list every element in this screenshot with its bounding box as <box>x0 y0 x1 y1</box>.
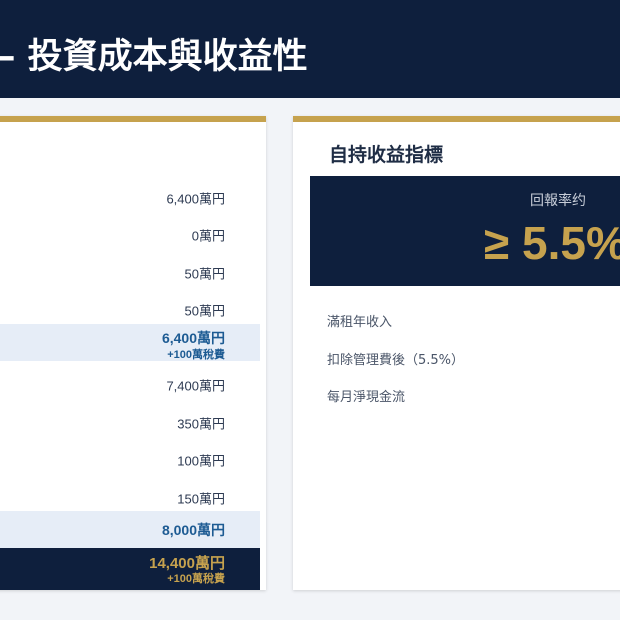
subtotal-row: 6,400萬円 +100萬稅費 <box>0 324 260 361</box>
page-title: – 投資成本與收益性 <box>0 37 308 77</box>
tax-note: +100萬稅費 <box>167 573 225 585</box>
table-row: 6,400萬円 <box>0 179 260 216</box>
tax-note: +100萬稅費 <box>167 349 225 361</box>
table-row: 50萬円 <box>0 254 260 291</box>
subtotal-row: 8,000萬円 <box>0 511 260 548</box>
table-row: 100萬円 <box>0 441 260 478</box>
info-line-net: 扣除管理費後（5.5%） <box>327 353 465 368</box>
card-title: 自持收益指標 <box>329 144 444 166</box>
row-value: 6,400萬円 <box>166 191 225 206</box>
row-value: 350萬円 <box>177 416 225 431</box>
cost-card: 6,400萬円 0萬円 50萬円 50萬円 6,400萬円 +100萬稅費 7,… <box>0 116 266 590</box>
subtotal-value: 8,000萬円 <box>161 521 225 538</box>
row-value: 50萬円 <box>184 266 225 281</box>
page-header: – 投資成本與收益性 <box>0 0 620 98</box>
table-row: 0萬円 <box>0 216 260 253</box>
table-row: 7,400萬円 <box>0 366 260 403</box>
metric-label: 回報率约 <box>530 193 586 209</box>
row-value: 0萬円 <box>191 228 225 243</box>
table-row: 350萬円 <box>0 404 260 441</box>
subtotal-value: 6,400萬円 <box>161 330 225 346</box>
info-line-cashflow: 每月淨現金流 <box>327 390 406 405</box>
info-line-income: 滿租年收入 <box>327 315 393 330</box>
yield-card: 自持收益指標 回報率约 ≥ 5.5% 滿租年收入 扣除管理費後（5.5%） 每月… <box>293 116 620 590</box>
total-row: 14,400萬円 +100萬稅費 <box>0 548 260 590</box>
row-value: 100萬円 <box>177 453 225 468</box>
table-row: 50萬円 <box>0 291 260 328</box>
row-value: 50萬円 <box>184 303 225 318</box>
row-value: 7,400萬円 <box>166 378 225 393</box>
metric-box: 回報率约 ≥ 5.5% <box>310 176 620 286</box>
row-value: 150萬円 <box>177 491 225 506</box>
metric-value: ≥ 5.5% <box>484 217 620 269</box>
